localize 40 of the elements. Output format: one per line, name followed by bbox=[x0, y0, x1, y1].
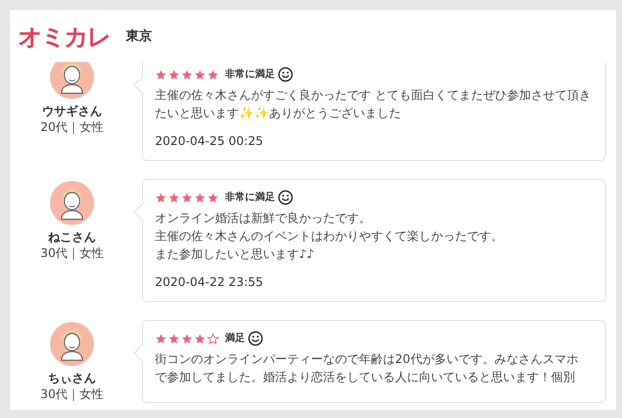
star-icon bbox=[181, 332, 193, 344]
avatar-icon bbox=[50, 181, 94, 225]
star-icon bbox=[155, 332, 167, 344]
review-text: オンライン婚活は新鮮で良かったです。 bbox=[155, 210, 372, 227]
star-icon bbox=[181, 68, 193, 80]
reviewer-profile: 20代｜女性 bbox=[40, 119, 104, 136]
review-text: 主催の佐々木さんのイベントはわかりやすくて楽しかったです。 bbox=[155, 228, 504, 245]
star-icon bbox=[207, 192, 219, 204]
smiley-icon bbox=[248, 331, 263, 346]
avatar-icon bbox=[50, 322, 94, 366]
star-icon bbox=[155, 68, 167, 80]
star-icon bbox=[194, 192, 206, 204]
star-icon bbox=[168, 68, 180, 80]
review-date: 2020-04-22 23:55 bbox=[155, 274, 264, 291]
reviewer-name: ちぃさん bbox=[48, 370, 96, 386]
star-icon bbox=[155, 192, 167, 204]
star-icon bbox=[194, 332, 206, 344]
rating-label: 非常に満足 bbox=[225, 190, 275, 205]
smiley-icon bbox=[278, 67, 293, 82]
review-text: 街コンのオンラインパーティーなので年齢は20代が多いです。みなさんスマホ bbox=[155, 351, 580, 368]
reviewer-profile: 30代｜女性 bbox=[40, 245, 104, 262]
star-icon bbox=[168, 192, 180, 204]
review-date: 2020-04-25 00:25 bbox=[155, 133, 264, 150]
reviewer-name: ねこさん bbox=[48, 229, 96, 245]
smiley-icon bbox=[278, 190, 293, 205]
rating-label: 満足 bbox=[225, 332, 245, 346]
star-icon bbox=[181, 192, 193, 204]
avatar-icon bbox=[50, 62, 94, 99]
star-icon bbox=[207, 68, 219, 80]
review-text: で参加してました。婚活より恋活をしている人に向いていると思います！個別 bbox=[155, 369, 576, 386]
review-text: また参加したいと思います♪♪ bbox=[155, 246, 316, 263]
reviewer-profile: 30代｜女性 bbox=[40, 386, 104, 403]
star-icon bbox=[207, 332, 219, 344]
rating-label: 非常に満足 bbox=[225, 68, 275, 82]
star-icon bbox=[168, 332, 180, 344]
star-icon bbox=[194, 68, 206, 80]
reviewer-name: ウサギさん bbox=[42, 103, 102, 119]
area-label: 東京 bbox=[126, 28, 152, 46]
site-logo[interactable]: オミカレ bbox=[18, 21, 110, 53]
review-text: 主催の佐々木さんがすごく良かったです とても面白くてまたぜひ参加させて頂きたいと思います✨✨ありがとうございました bbox=[155, 87, 592, 122]
